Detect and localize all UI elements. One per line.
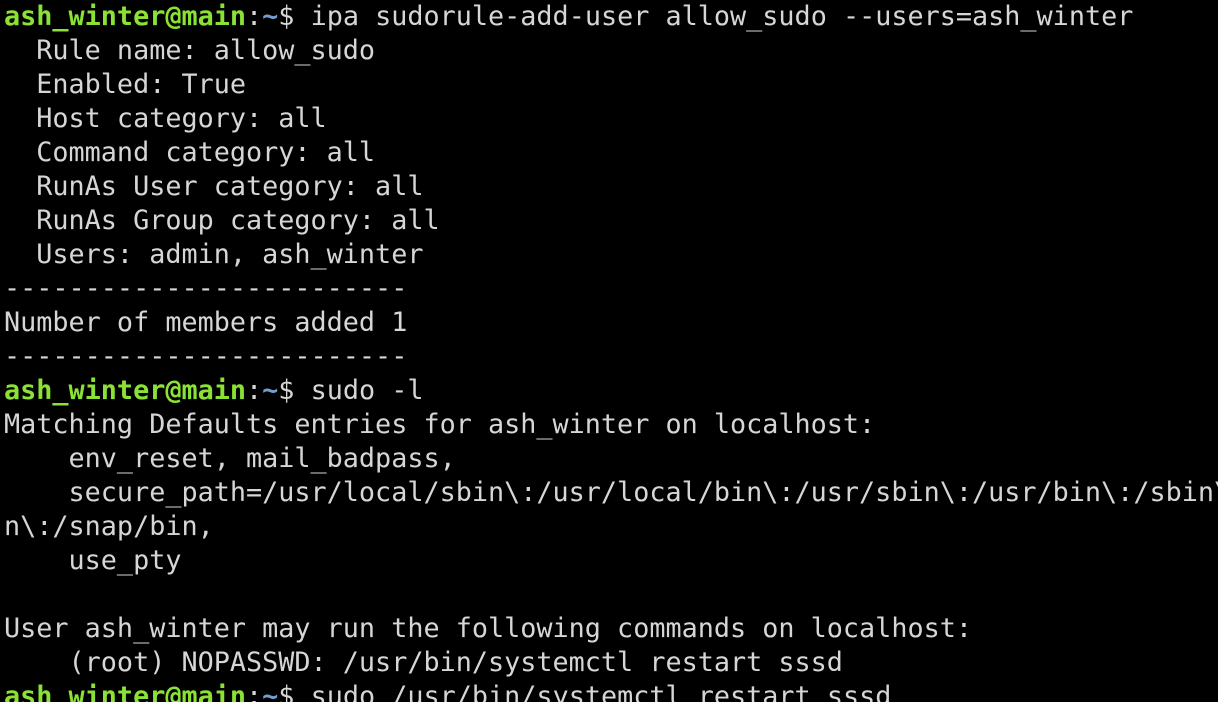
output-env-reset: env_reset, mail_badpass, xyxy=(4,443,456,474)
output-blank-line xyxy=(4,578,1218,612)
prompt-line-2: ash_winter@main:~$ sudo -l xyxy=(4,374,1218,408)
output-nopasswd: (root) NOPASSWD: /usr/bin/systemctl rest… xyxy=(4,647,843,678)
output-host-category: Host category: all xyxy=(4,103,327,134)
prompt-path: ~ xyxy=(262,375,279,406)
prompt-user-host: ash_winter@main xyxy=(4,681,246,702)
prompt-path: ~ xyxy=(262,1,279,32)
output-users: Users: admin, ash_winter xyxy=(4,239,424,270)
prompt-symbol: $ xyxy=(278,375,311,406)
prompt-user-host: ash_winter@main xyxy=(4,1,246,32)
output-may-run: User ash_winter may run the following co… xyxy=(4,613,972,644)
prompt-symbol: $ xyxy=(278,681,311,702)
output-runas-user-category: RunAs User category: all xyxy=(4,171,424,202)
prompt-path: ~ xyxy=(262,681,279,702)
command-text: ipa sudorule-add-user allow_sudo --users… xyxy=(310,1,1134,32)
output-separator-top: ------------------------- xyxy=(4,273,408,304)
output-command-category: Command category: all xyxy=(4,137,376,168)
prompt-colon: : xyxy=(246,1,263,32)
prompt-colon: : xyxy=(246,681,263,702)
output-separator-bottom: ------------------------- xyxy=(4,341,408,372)
prompt-line-3: ash_winter@main:~$ sudo /usr/bin/systemc… xyxy=(4,680,1218,702)
prompt-symbol: $ xyxy=(278,1,311,32)
prompt-line-1: ash_winter@main:~$ ipa sudorule-add-user… xyxy=(4,0,1218,34)
output-rule-name: Rule name: allow_sudo xyxy=(4,35,376,66)
output-enabled: Enabled: True xyxy=(4,69,246,100)
command-text: sudo -l xyxy=(310,375,424,406)
terminal-window[interactable]: ash_winter@main:~$ ipa sudorule-add-user… xyxy=(0,0,1218,702)
output-secure-path-wrap: n\:/snap/bin, xyxy=(4,511,214,542)
terminal-output: ash_winter@main:~$ ipa sudorule-add-user… xyxy=(4,0,1218,702)
prompt-user-host: ash_winter@main xyxy=(4,375,246,406)
output-use-pty: use_pty xyxy=(4,545,182,576)
output-matching-defaults: Matching Defaults entries for ash_winter… xyxy=(4,409,876,440)
output-secure-path: secure_path=/usr/local/sbin\:/usr/local/… xyxy=(4,477,1218,508)
output-members-added: Number of members added 1 xyxy=(4,307,408,338)
command-text: sudo /usr/bin/systemctl restart sssd xyxy=(310,681,892,702)
output-runas-group-category: RunAs Group category: all xyxy=(4,205,440,236)
prompt-colon: : xyxy=(246,375,263,406)
